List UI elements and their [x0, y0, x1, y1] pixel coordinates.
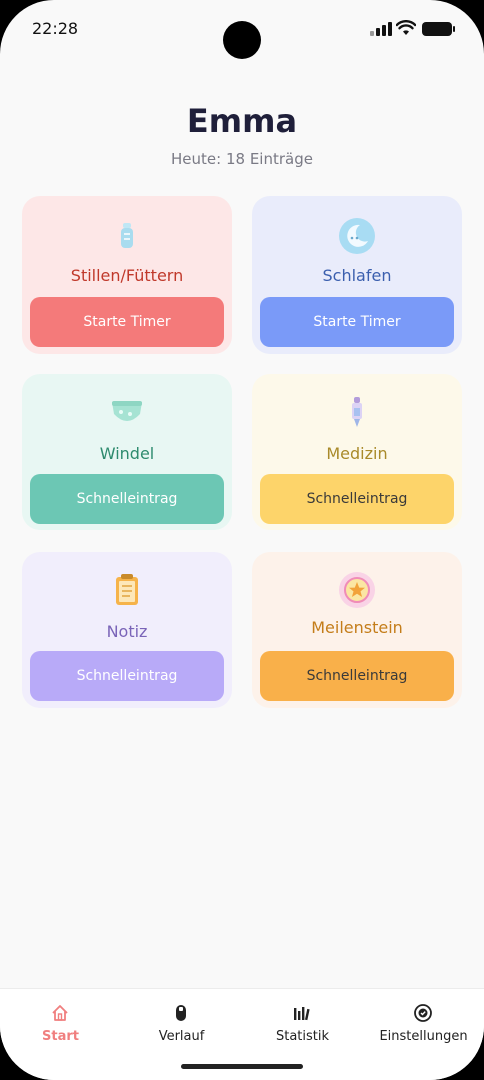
- card-title-diaper: Windel: [99, 444, 155, 463]
- tab-label-history: Verlauf: [158, 1029, 205, 1044]
- signal-icon: [370, 22, 392, 36]
- tab-history[interactable]: Verlauf: [121, 989, 242, 1059]
- notepad-icon: [107, 570, 147, 610]
- card-sleep: Schlafen Starte Timer: [252, 196, 462, 354]
- entries-today: Heute: 18 Einträge: [171, 150, 313, 168]
- tab-label-statistics: Statistik: [275, 1029, 330, 1044]
- card-diaper: Windel Schnelleintrag: [22, 374, 232, 530]
- status-time: 22:28: [32, 19, 79, 38]
- battery-icon: [422, 22, 455, 36]
- card-title-note: Notiz: [106, 622, 148, 641]
- card-title-milestone: Meilenstein: [311, 618, 403, 637]
- statistics-icon: [294, 1007, 310, 1021]
- star-badge-icon: [337, 570, 377, 610]
- wifi-icon: [396, 20, 416, 35]
- medicine-dropper-icon: [337, 392, 377, 432]
- settings-icon: [414, 1004, 432, 1022]
- history-icon: [176, 1005, 186, 1021]
- home-icon: [52, 1005, 68, 1021]
- child-name: Emma: [186, 102, 298, 140]
- home-indicator: [181, 1064, 303, 1069]
- card-feeding: Stillen/Füttern Starte Timer: [22, 196, 232, 354]
- tab-start[interactable]: Start: [0, 989, 121, 1059]
- moon-icon: [337, 216, 377, 256]
- quick-entry-medicine-button[interactable]: Schnelleintrag: [260, 474, 454, 524]
- diaper-icon: [107, 392, 147, 432]
- baby-bottle-icon: [107, 216, 147, 256]
- card-title-medicine: Medizin: [326, 444, 388, 463]
- quick-entry-diaper-button[interactable]: Schnelleintrag: [30, 474, 224, 524]
- quick-entry-milestone-button[interactable]: Schnelleintrag: [260, 651, 454, 701]
- card-note: Notiz Schnelleintrag: [22, 552, 232, 708]
- quick-entry-note-button[interactable]: Schnelleintrag: [30, 651, 224, 701]
- start-timer-feeding-button[interactable]: Starte Timer: [30, 297, 224, 347]
- tab-label-settings: Einstellungen: [379, 1029, 468, 1044]
- tab-label-start: Start: [42, 1029, 79, 1044]
- phone-screen: 22:28 Emma Heute: 18 Einträge Stillen/Fü…: [0, 0, 484, 1080]
- status-bar: 22:28: [0, 0, 484, 60]
- tab-statistics[interactable]: Statistik: [242, 989, 363, 1059]
- card-medicine: Medizin Schnelleintrag: [252, 374, 462, 530]
- card-milestone: Meilenstein Schnelleintrag: [252, 552, 462, 708]
- front-camera: [223, 21, 261, 59]
- start-timer-sleep-button[interactable]: Starte Timer: [260, 297, 454, 347]
- card-title-feeding: Stillen/Füttern: [70, 266, 184, 285]
- tab-settings[interactable]: Einstellungen: [363, 989, 484, 1059]
- card-title-sleep: Schlafen: [322, 266, 392, 285]
